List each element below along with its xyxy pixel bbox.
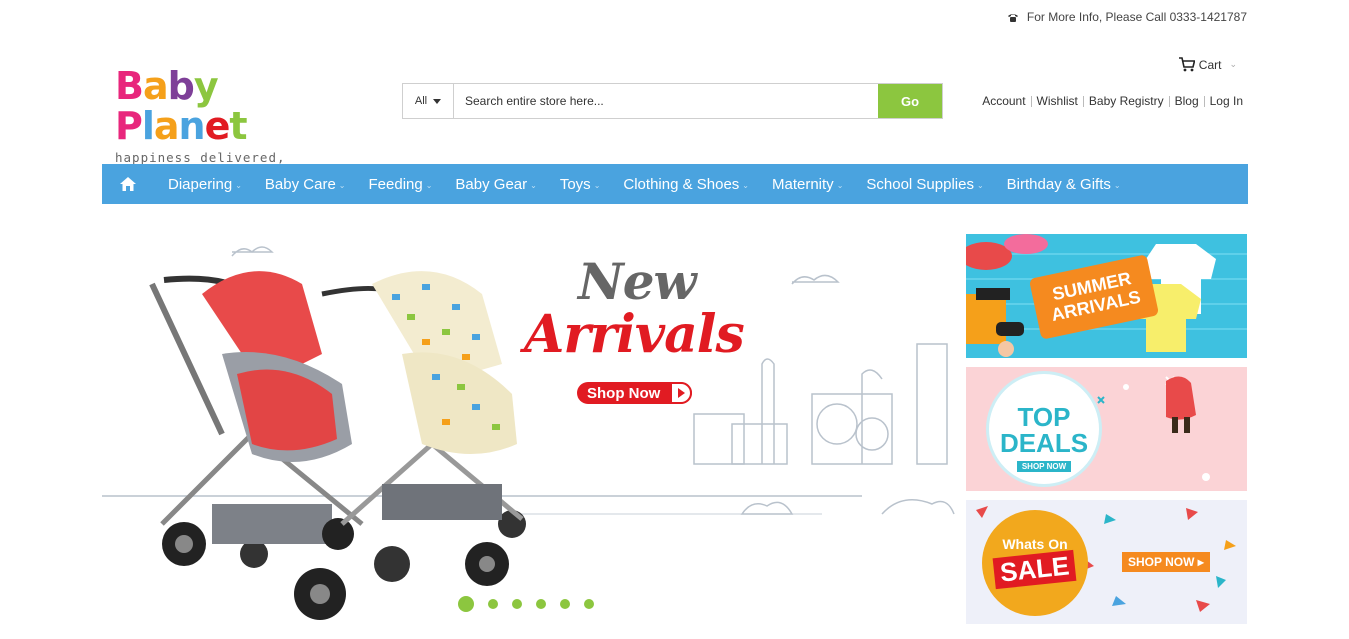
hero-illustration	[102, 246, 955, 620]
nav-label: Maternity	[772, 175, 834, 193]
chevron-down-icon: ⌄	[1113, 181, 1121, 190]
logo[interactable]: Baby Planet happiness delivered, everyti…	[115, 66, 355, 180]
nav-label: Baby Care	[264, 175, 336, 193]
search-category-select[interactable]: All	[403, 84, 454, 118]
chevron-down-icon: ⌄	[425, 181, 433, 190]
divider	[1082, 95, 1084, 107]
link-login[interactable]: Log In	[1210, 94, 1243, 108]
chevron-down-icon: ⌄	[1229, 59, 1237, 69]
banner-whats-on-sale[interactable]: Whats On SALE SHOP NOW ▸	[966, 500, 1247, 624]
link-account[interactable]: Account	[982, 94, 1025, 108]
nav-label: Clothing & Shoes	[623, 175, 740, 193]
slider-dot-4[interactable]	[536, 599, 546, 609]
hero-cta-label: Shop Now	[587, 384, 661, 402]
link-blog[interactable]: Blog	[1175, 94, 1199, 108]
home-icon	[120, 177, 136, 191]
nav-label: Feeding	[368, 175, 423, 193]
cart-label: Cart	[1198, 57, 1222, 72]
nav-label: Toys	[559, 175, 591, 193]
link-baby-registry[interactable]: Baby Registry	[1089, 94, 1164, 108]
banner-top-deals[interactable]: TOP DEALS SHOP NOW	[966, 367, 1247, 491]
divider	[1168, 95, 1170, 107]
deals-shop-now[interactable]: SHOP NOW	[1016, 461, 1072, 472]
slider-dot-6[interactable]	[584, 599, 594, 609]
chevron-down-icon: ⌄	[742, 181, 749, 190]
slider-dot-2[interactable]	[488, 599, 498, 609]
search-category-label: All	[414, 95, 428, 107]
nav-item-clothing-shoes[interactable]: Clothing & Shoes ⌄	[609, 164, 758, 204]
play-arrow-icon: ▸	[1197, 555, 1204, 569]
deals-line2: DEALS	[999, 428, 1089, 458]
cart-button[interactable]: Cart ⌄	[1178, 57, 1237, 72]
contact-text: For More Info, Please Call 0333-1421787	[1026, 10, 1247, 24]
sale-shop-now-button[interactable]: SHOP NOW ▸	[1122, 552, 1210, 572]
sale-line2: SALE	[992, 549, 1078, 590]
search-input[interactable]	[454, 84, 878, 118]
nav-item-school-supplies[interactable]: School Supplies ⌄	[852, 164, 992, 204]
chevron-down-icon: ⌄	[338, 181, 346, 190]
nav-label: Birthday & Gifts	[1006, 175, 1111, 193]
main-nav: Diapering ⌄ Baby Care ⌄ Feeding ⌄ Baby Gear…	[102, 164, 1248, 204]
account-links: Account Wishlist Baby Registry Blog Log …	[982, 94, 1243, 108]
hero-headline-new: New	[578, 252, 697, 311]
nav-item-maternity[interactable]: Maternity ⌄	[758, 164, 852, 204]
nav-item-feeding[interactable]: Feeding ⌄	[355, 164, 442, 204]
chevron-down-icon: ⌄	[976, 181, 984, 190]
divider	[1030, 95, 1032, 107]
divider	[1203, 95, 1205, 107]
nav-item-diapering[interactable]: Diapering ⌄	[154, 164, 251, 204]
link-wishlist[interactable]: Wishlist	[1037, 94, 1078, 108]
hero-shop-now-button[interactable]: Shop Now	[577, 382, 692, 404]
chevron-down-icon: ⌄	[235, 181, 242, 190]
nav-item-baby-care[interactable]: Baby Care ⌄	[251, 164, 355, 204]
chevron-down-icon: ⌄	[530, 181, 537, 190]
hero-slider[interactable]	[102, 234, 956, 624]
chevron-down-icon: ⌄	[593, 181, 601, 190]
search-go-button[interactable]: Go	[878, 84, 942, 118]
chevron-down-icon: ⌄	[836, 181, 844, 190]
banner-summer-arrivals[interactable]: SUMMER ARRIVALS	[966, 234, 1247, 358]
slider-pagination	[458, 596, 594, 612]
nav-label: School Supplies	[866, 175, 974, 193]
nav-label: Diapering	[168, 175, 233, 193]
deals-line1: TOP	[1017, 402, 1071, 432]
whats-on-sale-circle: Whats On SALE	[982, 510, 1088, 616]
nav-label: Baby Gear	[455, 175, 528, 193]
slider-dot-3[interactable]	[512, 599, 522, 609]
sale-cta-label: SHOP NOW	[1128, 555, 1195, 569]
caret-down-icon	[433, 98, 442, 104]
nav-item-baby-gear[interactable]: Baby Gear ⌄	[441, 164, 545, 204]
phone-icon	[1007, 12, 1019, 22]
contact-info: For More Info, Please Call 0333-1421787	[1007, 10, 1247, 24]
nav-item-toys[interactable]: Toys ⌄	[546, 164, 610, 204]
slider-dot-5[interactable]	[560, 599, 570, 609]
home-button[interactable]	[102, 164, 154, 204]
play-arrow-icon	[670, 382, 692, 404]
hero-headline-arrivals: Arrivals	[524, 304, 745, 365]
search-bar: All Go	[402, 83, 943, 119]
slider-dot-1[interactable]	[458, 596, 474, 612]
nav-item-birthday-gifts[interactable]: Birthday & Gifts ⌄	[993, 164, 1130, 204]
cart-icon	[1178, 57, 1195, 72]
top-deals-circle: TOP DEALS SHOP NOW	[986, 371, 1102, 487]
